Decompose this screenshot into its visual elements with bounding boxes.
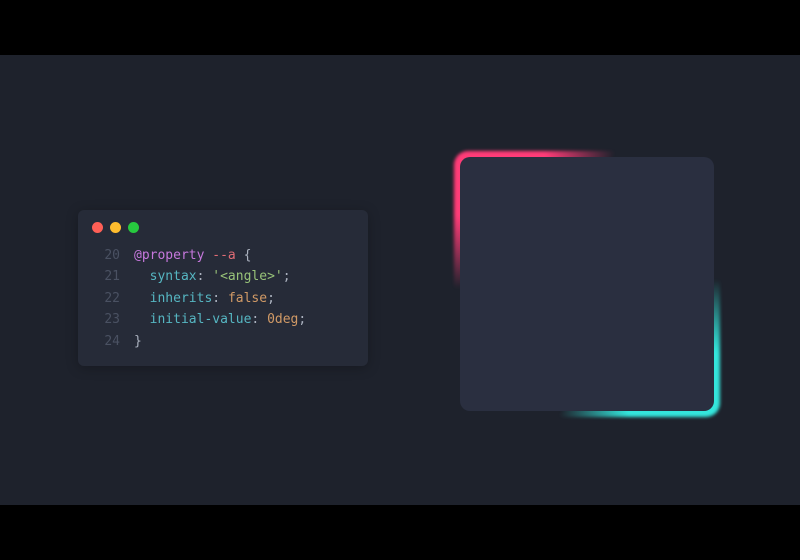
- code-line: 21 syntax : '<angle>' ;: [92, 266, 354, 287]
- code-line: 23 initial-value : 0deg ;: [92, 309, 354, 330]
- line-number: 24: [92, 331, 120, 352]
- maximize-icon[interactable]: [128, 222, 139, 233]
- token-colon: :: [212, 288, 228, 309]
- token-semicolon: ;: [298, 309, 306, 330]
- minimize-icon[interactable]: [110, 222, 121, 233]
- line-number: 21: [92, 266, 120, 287]
- token-number: 0deg: [267, 309, 298, 330]
- code-line: 20 @property --a {: [92, 245, 354, 266]
- token-semicolon: ;: [283, 266, 291, 287]
- window-controls: [92, 222, 354, 233]
- token-property: syntax: [150, 266, 197, 287]
- token-property-name: --a: [212, 245, 235, 266]
- token-at-rule: @property: [134, 245, 204, 266]
- code-line: 24 }: [92, 331, 354, 352]
- token-string: '<angle>': [212, 266, 282, 287]
- code-editor-window: 20 @property --a { 21 syntax : '<angle>'…: [78, 210, 368, 366]
- token-colon: :: [251, 309, 267, 330]
- token-indent: [134, 309, 150, 330]
- token-semicolon: ;: [267, 288, 275, 309]
- token-boolean: false: [228, 288, 267, 309]
- presentation-stage: 20 @property --a { 21 syntax : '<angle>'…: [0, 55, 800, 505]
- token-property: initial-value: [150, 309, 252, 330]
- token-indent: [134, 288, 150, 309]
- line-number: 20: [92, 245, 120, 266]
- close-icon[interactable]: [92, 222, 103, 233]
- token-space: [236, 245, 244, 266]
- glow-border-fill: [460, 157, 714, 411]
- line-number: 22: [92, 288, 120, 309]
- glow-border-demo: [454, 151, 720, 417]
- code-line: 22 inherits : false ;: [92, 288, 354, 309]
- token-brace: }: [134, 331, 142, 352]
- line-number: 23: [92, 309, 120, 330]
- token-colon: :: [197, 266, 213, 287]
- token-brace: {: [244, 245, 252, 266]
- code-block: 20 @property --a { 21 syntax : '<angle>'…: [92, 245, 354, 352]
- token-property: inherits: [150, 288, 213, 309]
- token-indent: [134, 266, 150, 287]
- token-space: [204, 245, 212, 266]
